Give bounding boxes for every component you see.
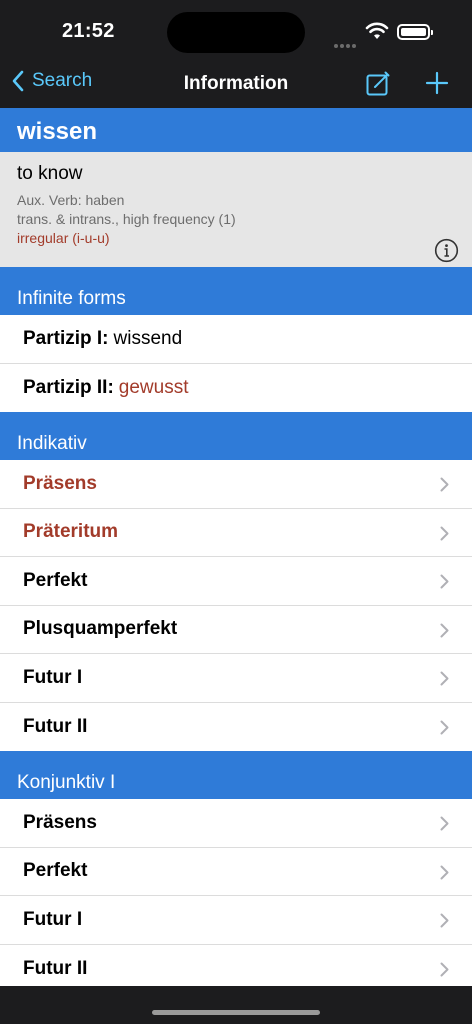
page-title: Information	[183, 73, 289, 94]
row-label: Perfekt	[23, 569, 88, 591]
row-indikativ-plusquamperfekt[interactable]: Plusquamperfekt	[0, 605, 472, 654]
chevron-right-icon	[440, 623, 449, 637]
row-label: Futur I	[23, 908, 83, 930]
partizip-2-label: Partizip II:	[23, 376, 114, 398]
verb-info-box: to know Aux. Verb: haben trans. & intran…	[0, 152, 472, 267]
row-label: Perfekt	[23, 860, 88, 882]
row-indikativ-praeteritum[interactable]: Präteritum	[0, 508, 472, 557]
row-partizip-2: Partizip II: gewusst	[0, 363, 472, 412]
row-konjunktiv-1-perfekt[interactable]: Perfekt	[0, 847, 472, 896]
row-konjunktiv-1-futur-1[interactable]: Futur I	[0, 896, 472, 945]
section-header-infinite: Infinite forms	[0, 267, 472, 315]
signal-icon	[334, 35, 358, 53]
row-indikativ-futur-2[interactable]: Futur II	[0, 702, 472, 751]
dynamic-island	[167, 12, 305, 53]
chevron-right-icon	[440, 526, 449, 540]
partizip-1-label: Partizip I:	[23, 327, 109, 349]
row-konjunktiv-1-futur-2[interactable]: Futur II	[0, 944, 472, 986]
home-indicator-area	[0, 986, 472, 1024]
partizip-2-value: gewusst	[118, 376, 189, 398]
row-partizip-1: Partizip I: wissend	[0, 315, 472, 364]
row-indikativ-perfekt[interactable]: Perfekt	[0, 557, 472, 606]
status-time: 21:52	[62, 20, 115, 42]
irregular-label: irregular (i-u-u)	[17, 230, 110, 246]
chevron-right-icon	[440, 671, 449, 686]
row-indikativ-praesens[interactable]: Präsens	[0, 460, 472, 509]
chevron-right-icon	[440, 962, 449, 976]
row-label: Futur II	[23, 715, 88, 737]
battery-icon	[397, 24, 433, 40]
verb-usage: trans. & intrans., high frequency (1)	[17, 211, 236, 227]
chevron-right-icon	[440, 913, 449, 928]
chevron-right-icon	[440, 574, 449, 589]
row-konjunktiv-1-praesens[interactable]: Präsens	[0, 799, 472, 848]
verb-title: wissen	[0, 108, 472, 152]
row-label: Präsens	[23, 811, 97, 833]
wifi-icon	[365, 22, 389, 39]
content-area[interactable]: wissen to know Aux. Verb: haben trans. &…	[0, 108, 472, 986]
chevron-right-icon	[440, 477, 449, 492]
row-label: Präsens	[23, 472, 97, 494]
row-label: Futur I	[23, 666, 83, 688]
row-label: Präteritum	[23, 521, 119, 543]
chevron-right-icon	[440, 816, 449, 831]
partizip-1-value: wissend	[113, 327, 183, 349]
compose-icon[interactable]	[366, 71, 390, 97]
row-label: Plusquamperfekt	[23, 618, 178, 640]
chevron-right-icon	[440, 720, 449, 734]
row-label: Futur II	[23, 957, 88, 979]
verb-translation: to know	[17, 163, 83, 184]
chevron-right-icon	[440, 865, 449, 879]
status-bar: 21:52	[0, 0, 472, 62]
navigation-bar: Search Information	[0, 62, 472, 108]
home-indicator[interactable]	[152, 1010, 320, 1015]
section-header-konjunktiv-1: Konjunktiv I	[0, 751, 472, 799]
section-header-indikativ: Indikativ	[0, 412, 472, 460]
plus-icon[interactable]	[425, 71, 449, 95]
aux-verb: Aux. Verb: haben	[17, 192, 125, 208]
row-indikativ-futur-1[interactable]: Futur I	[0, 654, 472, 703]
info-icon[interactable]	[434, 238, 459, 263]
